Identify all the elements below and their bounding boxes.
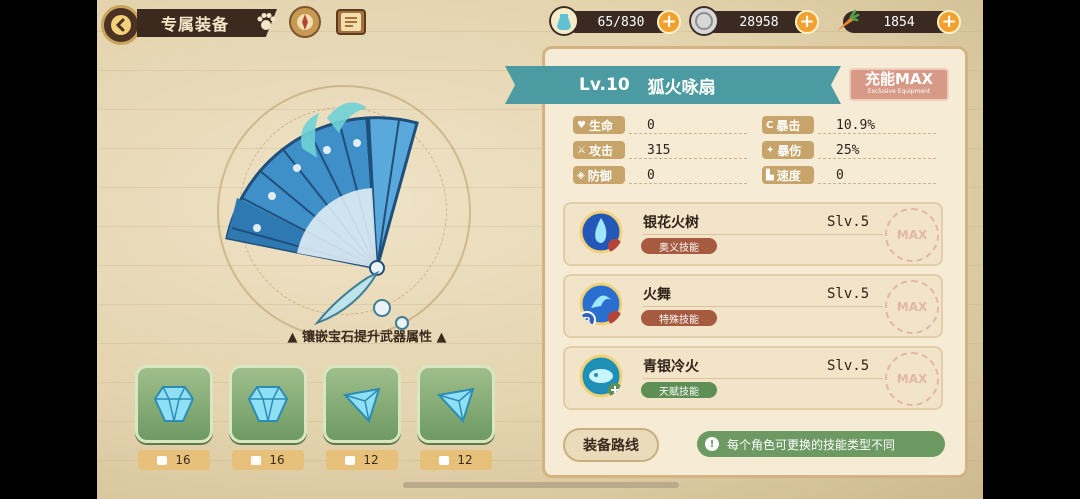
gem-count-icon [157, 455, 168, 465]
add-carrot-button[interactable]: + [937, 10, 961, 34]
info-icon: ! [705, 437, 719, 451]
weapon-level: Lv.10 [579, 75, 630, 95]
game-screen: 专属装备 65/830 + 28958 + 1854 + ▲ 镶嵌宝石提升武器属… [97, 0, 983, 499]
crit-damage-icon: ✦ [766, 144, 775, 156]
stat-defense: ◈ 防御 0 [573, 165, 655, 185]
skill-tip-banner: ! 每个角色可更换的技能类型不同 [697, 431, 945, 457]
skill-level: Slv.5 [827, 358, 870, 374]
shield-icon: ◈ [577, 169, 585, 181]
stat-crit-damage: ✦ 暴伤 25% [762, 140, 859, 160]
blue-flame-skill-icon [579, 210, 623, 254]
max-stamp: MAX [885, 280, 939, 334]
gem-count-icon [251, 455, 262, 465]
gem-count-icon [439, 455, 450, 465]
charge-max-badge: 充能MAX Exclusive Equipment [849, 68, 949, 101]
gem-count-2: 16 [232, 450, 304, 470]
add-stamina-button[interactable]: + [657, 10, 681, 34]
divider [643, 234, 883, 235]
carrot-icon [837, 9, 860, 31]
triangle-gem-icon [437, 387, 475, 423]
silver-coin-icon [689, 6, 719, 36]
gem-slot-2[interactable] [229, 365, 307, 443]
boot-icon: ▙ [766, 169, 774, 181]
back-button[interactable] [101, 5, 141, 45]
skill-card-1[interactable]: 银花火树 奥义技能 Slv.5 MAX [563, 202, 943, 266]
divider [643, 378, 883, 379]
divider [629, 183, 747, 184]
stat-attack: ⚔ 攻击 315 [573, 140, 670, 160]
skill-type-tag: 特殊技能 [641, 310, 717, 326]
divider [818, 133, 936, 134]
weapon-name: 狐火咏扇 [647, 77, 716, 98]
book-icon[interactable] [331, 4, 371, 40]
back-arrow-icon [111, 15, 131, 35]
gem-count-1: 16 [138, 450, 210, 470]
gem-count-4: 12 [420, 450, 492, 470]
paw-icon [257, 13, 276, 30]
fox-fire-fan-image[interactable] [207, 88, 507, 338]
divider [818, 183, 936, 184]
fire-dance-skill-icon: B [579, 282, 623, 326]
skill-card-2[interactable]: B 火舞 特殊技能 Slv.5 MAX [563, 274, 943, 338]
weapon-name-ribbon: Lv.10 狐火咏扇 [505, 66, 841, 104]
divider [629, 133, 747, 134]
triangle-gem-icon [343, 387, 381, 423]
skill-card-3[interactable]: 青银冷火 天赋技能 Slv.5 MAX [563, 346, 943, 410]
add-coin-button[interactable]: + [795, 10, 819, 34]
skill-type-tag: 天赋技能 [641, 382, 717, 398]
sword-icon: ⚔ [577, 144, 586, 156]
gem-slot-1[interactable] [135, 365, 213, 443]
gem-count-3: 12 [326, 450, 398, 470]
stamina-potion-icon [549, 6, 579, 36]
max-stamp: MAX [885, 352, 939, 406]
gem-caption: ▲ 镶嵌宝石提升武器属性 ▲ [287, 330, 447, 345]
gem-count-icon [345, 455, 356, 465]
stat-hp: ♥ 生命 0 [573, 115, 655, 135]
skill-level: Slv.5 [827, 286, 870, 302]
stat-speed: ▙ 速度 0 [762, 165, 844, 185]
skill-level: Slv.5 [827, 214, 870, 230]
crit-icon: C [766, 119, 774, 131]
compass-icon[interactable] [285, 4, 325, 40]
max-stamp: MAX [885, 208, 939, 262]
home-indicator[interactable] [403, 482, 679, 488]
divider [643, 306, 883, 307]
square-gem-icon [247, 386, 289, 422]
gem-slot-4[interactable] [417, 365, 495, 443]
svg-text:B: B [583, 316, 590, 326]
heart-icon: ♥ [577, 119, 586, 131]
gem-slot-3[interactable] [323, 365, 401, 443]
divider [818, 158, 936, 159]
cold-fire-skill-icon [579, 354, 623, 398]
stat-crit: C 暴击 10.9% [762, 115, 875, 135]
skill-type-tag: 奥义技能 [641, 238, 717, 254]
equipment-route-button[interactable]: 装备路线 [563, 428, 659, 462]
divider [629, 158, 747, 159]
square-gem-icon [153, 386, 195, 422]
